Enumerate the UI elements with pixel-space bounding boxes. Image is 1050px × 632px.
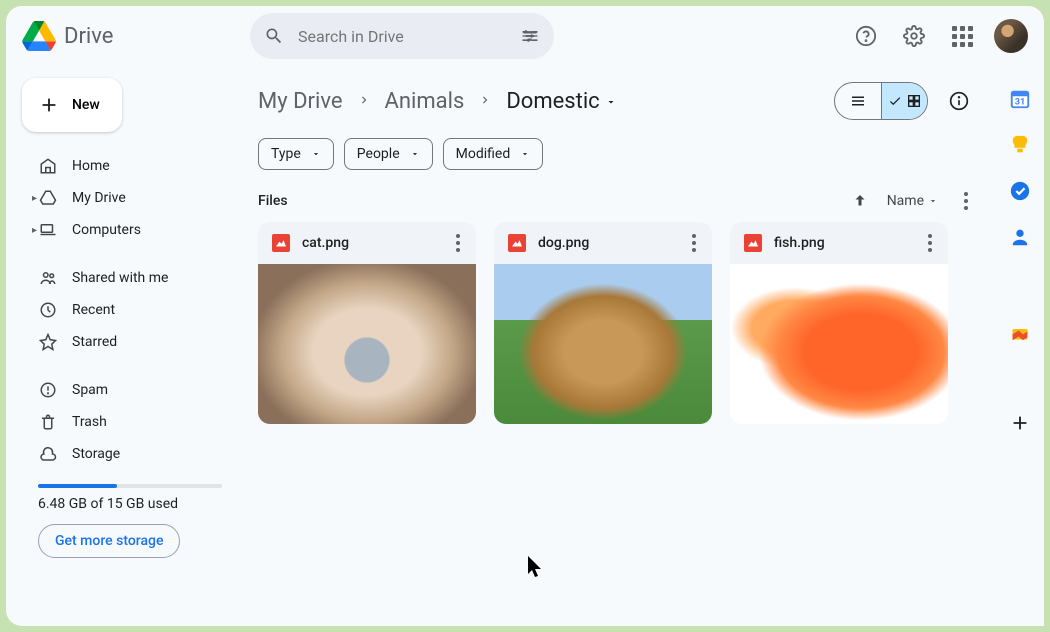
dropdown-caret-icon [605, 96, 617, 108]
file-thumbnail [258, 264, 476, 424]
home-icon [38, 157, 58, 175]
sidebar-item-computers[interactable]: ▸ Computers [18, 214, 230, 246]
filter-people[interactable]: People [344, 138, 433, 170]
grid-view-button[interactable] [881, 83, 927, 119]
sort-direction-icon[interactable] [851, 192, 869, 210]
apps-icon[interactable] [942, 16, 982, 56]
sidebar-item-label: Shared with me [72, 270, 168, 286]
drive-logo-icon [22, 21, 56, 51]
info-icon[interactable] [942, 84, 976, 118]
dropdown-caret-icon [311, 149, 321, 159]
search-bar[interactable] [250, 13, 554, 59]
recent-icon [38, 301, 58, 319]
trash-icon [38, 413, 58, 431]
file-more-icon[interactable] [448, 234, 468, 252]
file-thumbnail [494, 264, 712, 424]
storage-bar-fill [38, 484, 117, 488]
file-name: dog.png [538, 235, 672, 251]
calendar-icon[interactable]: 31 [1009, 88, 1031, 110]
filters-row: Type People Modified [258, 138, 976, 170]
plus-icon [38, 94, 60, 116]
sidebar-item-shared[interactable]: Shared with me [18, 262, 230, 294]
file-thumbnail [730, 264, 948, 424]
chevron-right-icon [357, 92, 371, 111]
sidebar-item-starred[interactable]: Starred [18, 326, 230, 358]
chevron-right-icon [478, 92, 492, 111]
search-icon [264, 26, 284, 46]
dropdown-caret-icon [410, 149, 420, 159]
image-file-icon [508, 234, 526, 252]
shared-icon [38, 269, 58, 287]
breadcrumb-row: My Drive Animals Domestic [258, 82, 976, 120]
sidebar-item-label: Storage [72, 446, 120, 462]
keep-icon[interactable] [1009, 134, 1031, 156]
logo-area[interactable]: Drive [22, 21, 242, 51]
sidebar-item-label: Computers [72, 222, 141, 238]
file-name: cat.png [302, 235, 436, 251]
computers-icon [38, 221, 58, 239]
starred-icon [38, 333, 58, 351]
sidebar-item-mydrive[interactable]: ▸ My Drive [18, 182, 230, 214]
sidebar-item-label: Recent [72, 302, 115, 318]
search-options-icon[interactable] [520, 26, 540, 46]
sidebar-item-trash[interactable]: Trash [18, 406, 230, 438]
sidebar-item-spam[interactable]: Spam [18, 374, 230, 406]
breadcrumb-current[interactable]: Domestic [506, 89, 617, 114]
file-name: fish.png [774, 235, 908, 251]
sidebar-item-label: Home [72, 158, 110, 174]
svg-text:31: 31 [1015, 98, 1026, 108]
sidebar-item-label: Trash [72, 414, 107, 430]
app-name: Drive [64, 24, 113, 49]
storage-bar [38, 484, 222, 488]
search-input[interactable] [298, 27, 506, 46]
expand-caret-icon[interactable]: ▸ [32, 193, 37, 204]
sort-by-name[interactable]: Name [887, 193, 938, 209]
maps-icon[interactable] [1007, 326, 1033, 344]
view-toggle [834, 82, 928, 120]
sidebar-item-storage[interactable]: Storage [18, 438, 230, 470]
sidebar-item-label: My Drive [72, 190, 126, 206]
section-label: Files [258, 193, 288, 209]
image-file-icon [272, 234, 290, 252]
new-button[interactable]: New [22, 78, 122, 132]
new-button-label: New [72, 97, 100, 113]
file-card[interactable]: fish.png [730, 222, 948, 424]
more-options-icon[interactable] [956, 192, 976, 210]
tasks-icon[interactable] [1009, 180, 1031, 202]
list-view-button[interactable] [835, 83, 881, 119]
filter-type[interactable]: Type [258, 138, 334, 170]
header: Drive [6, 6, 1044, 66]
image-file-icon [744, 234, 762, 252]
get-more-storage-button[interactable]: Get more storage [38, 524, 180, 558]
sidebar: New Home ▸ My Drive ▸ Computers Shared w… [6, 66, 246, 626]
contacts-icon[interactable] [1009, 226, 1031, 248]
section-header: Files Name [258, 192, 976, 210]
check-icon [888, 94, 902, 108]
file-card[interactable]: dog.png [494, 222, 712, 424]
right-side-panel: 31 [996, 66, 1044, 626]
breadcrumb-item[interactable]: Animals [385, 89, 465, 114]
storage-icon [38, 445, 58, 463]
spam-icon [38, 381, 58, 399]
file-more-icon[interactable] [684, 234, 704, 252]
dropdown-caret-icon [520, 149, 530, 159]
help-icon[interactable] [846, 16, 886, 56]
sidebar-item-label: Spam [72, 382, 108, 398]
files-grid: cat.png dog.png fish.p [258, 222, 976, 424]
storage-text: 6.48 GB of 15 GB used [18, 494, 230, 524]
sidebar-item-label: Starred [72, 334, 117, 350]
account-avatar[interactable] [994, 19, 1028, 53]
add-panel-icon[interactable] [1009, 412, 1031, 434]
dropdown-caret-icon [928, 196, 938, 206]
file-more-icon[interactable] [920, 234, 940, 252]
sidebar-item-recent[interactable]: Recent [18, 294, 230, 326]
breadcrumb-item[interactable]: My Drive [258, 89, 343, 114]
filter-modified[interactable]: Modified [443, 138, 544, 170]
sidebar-item-home[interactable]: Home [18, 150, 230, 182]
drive-icon [38, 189, 58, 207]
expand-caret-icon[interactable]: ▸ [32, 225, 37, 236]
file-card[interactable]: cat.png [258, 222, 476, 424]
main-content: My Drive Animals Domestic Type People Mo… [246, 66, 996, 626]
settings-icon[interactable] [894, 16, 934, 56]
